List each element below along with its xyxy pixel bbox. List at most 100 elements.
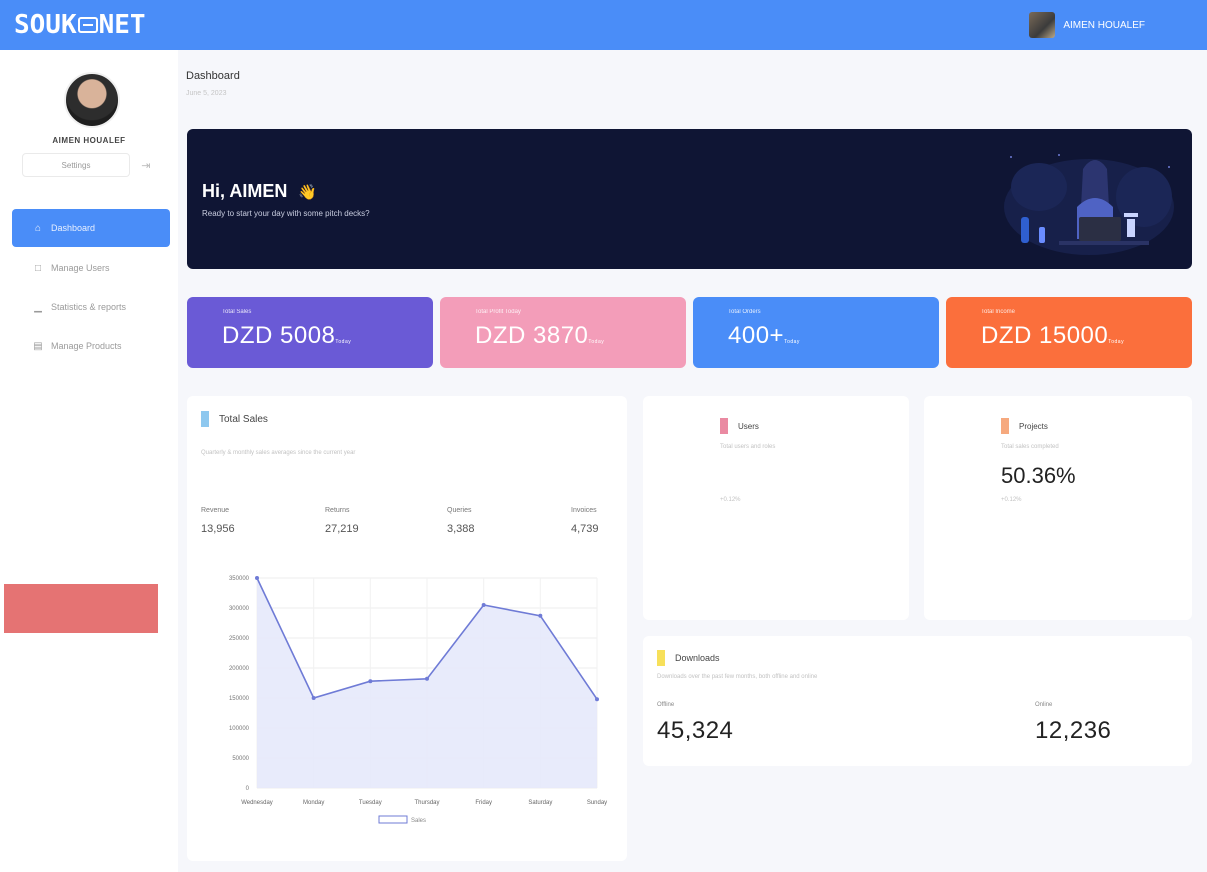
settings-button[interactable]: Settings (22, 153, 130, 177)
stat-label: Total Sales (222, 309, 252, 315)
page-title: Dashboard (186, 70, 240, 82)
sidebar-item-manage-products[interactable]: ▤ Manage Products (12, 327, 170, 365)
total-sales-card: Total Sales Quarterly & monthly sales av… (187, 396, 627, 861)
stat-unit: Today (1108, 339, 1125, 345)
profile-avatar[interactable] (64, 72, 120, 128)
card-title-text: Total Sales (219, 413, 268, 425)
legend-swatch (378, 815, 408, 824)
chart-icon: ▁ (34, 301, 42, 313)
logo-text-right: NET (98, 10, 146, 40)
profile-name: AIMEN HOUALEF (52, 136, 126, 145)
header-user-name: AIMEN HOUALEF (1063, 19, 1145, 31)
total-sales-subtitle: Quarterly & monthly sales averages since… (201, 450, 356, 456)
legend-label: Sales (411, 818, 426, 824)
downloads-title: Downloads (657, 650, 720, 666)
metric-revenue-value: 13,956 (201, 523, 235, 535)
stat-number: DZD 15000 (981, 322, 1109, 349)
banner-greeting: Hi, AIMEN 👋 (202, 181, 317, 202)
users-icon: □ (34, 262, 42, 274)
settings-row: Settings ⇥ (22, 153, 158, 177)
card-title-text: Downloads (675, 653, 720, 663)
wave-icon: 👋 (298, 184, 318, 201)
x-tick-label: Saturday (528, 800, 552, 806)
metric-queries-value: 3,388 (447, 523, 475, 535)
metric-returns-label: Returns (325, 507, 350, 514)
online-value: 12,236 (1035, 717, 1112, 744)
cart-logo-icon (77, 17, 98, 33)
stat-card-total-orders[interactable]: Total Orders 400+Today (693, 297, 939, 368)
user-menu[interactable]: AIMEN HOUALEF (1029, 12, 1145, 38)
y-tick-label: 250000 (229, 636, 250, 642)
greeting-text: Hi, AIMEN (202, 181, 288, 201)
home-icon: ⌂ (34, 222, 42, 234)
data-point (538, 613, 543, 618)
card-marker (1001, 418, 1009, 434)
welcome-banner: Hi, AIMEN 👋 Ready to start your day with… (187, 129, 1192, 269)
y-tick-label: 100000 (229, 726, 250, 732)
card-title-text: Users (738, 421, 759, 431)
sidebar-item-label: Manage Users (51, 263, 110, 273)
metric-invoices-value: 4,739 (571, 523, 599, 535)
card-marker (720, 418, 728, 434)
banner-subtitle: Ready to start your day with some pitch … (202, 209, 370, 218)
stat-number: DZD 3870 (475, 322, 589, 349)
box-icon: ▤ (33, 340, 43, 352)
logout-icon[interactable]: ⇥ (134, 153, 158, 177)
card-marker (657, 650, 665, 666)
top-navbar: SOUK NET AIMEN HOUALEF (0, 0, 1207, 50)
stat-card-total-income[interactable]: Total Income DZD 15000Today (946, 297, 1192, 368)
sidebar-item-dashboard[interactable]: ⌂ Dashboard (12, 209, 170, 247)
metric-invoices-label: Invoices (571, 507, 597, 514)
card-marker (201, 411, 209, 427)
app-logo[interactable]: SOUK NET (14, 10, 146, 40)
data-point (311, 696, 316, 700)
y-tick-label: 150000 (229, 696, 250, 702)
x-tick-label: Tuesday (359, 800, 382, 806)
projects-title: Projects (1001, 418, 1048, 434)
sidebar-item-label: Manage Products (51, 341, 122, 351)
stat-label: Total Orders (728, 309, 761, 315)
users-card: Users Total users and roles +0.12% (643, 396, 909, 620)
users-title: Users (720, 418, 759, 434)
y-tick-label: 0 (246, 786, 250, 792)
metric-queries-label: Queries (447, 507, 472, 514)
data-point (425, 676, 429, 681)
stat-card-total-sales[interactable]: Total Sales DZD 5008Today (187, 297, 433, 368)
offline-value: 45,324 (657, 717, 734, 744)
page-date: June 5, 2023 (186, 90, 227, 97)
stat-unit: Today (784, 339, 800, 345)
x-tick-label: Friday (475, 800, 492, 806)
stat-label: Total Profit Today (475, 309, 521, 315)
card-title-text: Projects (1019, 421, 1048, 431)
data-point (595, 697, 599, 702)
offline-label: Offline (657, 702, 675, 708)
stat-label: Total Income (981, 309, 1016, 315)
users-subtitle: Total users and roles (720, 444, 776, 450)
stat-value: 400+Today (728, 322, 939, 350)
projects-card: Projects Total sales completed 50.36% +0… (924, 396, 1192, 620)
y-tick-label: 350000 (229, 576, 250, 582)
projects-subtitle: Total sales completed (1001, 444, 1059, 450)
highlight-block (4, 584, 158, 633)
stat-value: DZD 15000Today (981, 322, 1192, 350)
total-sales-title: Total Sales (201, 411, 268, 427)
user-avatar-small (1029, 12, 1056, 38)
y-tick-label: 300000 (229, 606, 250, 612)
y-tick-label: 200000 (229, 666, 250, 672)
sidebar-item-manage-users[interactable]: □ Manage Users (12, 249, 170, 287)
stat-value: DZD 5008Today (222, 322, 433, 350)
metric-revenue-label: Revenue (201, 507, 230, 514)
y-tick-label: 50000 (232, 756, 249, 762)
sidebar-item-label: Dashboard (51, 223, 96, 233)
metric-returns-value: 27,219 (325, 523, 359, 535)
stat-card-total-profit[interactable]: Total Profit Today DZD 3870Today (440, 297, 686, 368)
data-point (368, 679, 373, 684)
projects-value: 50.36% (1001, 463, 1076, 488)
stat-value: DZD 3870Today (475, 322, 686, 350)
woman-laptop-illustration (1004, 154, 1174, 255)
stat-number: 400+ (728, 322, 785, 349)
x-tick-label: Thursday (414, 800, 439, 806)
logo-text-left: SOUK (14, 10, 77, 40)
stat-unit: Today (588, 339, 605, 345)
sidebar-item-statistics[interactable]: ▁ Statistics & reports (12, 288, 170, 326)
